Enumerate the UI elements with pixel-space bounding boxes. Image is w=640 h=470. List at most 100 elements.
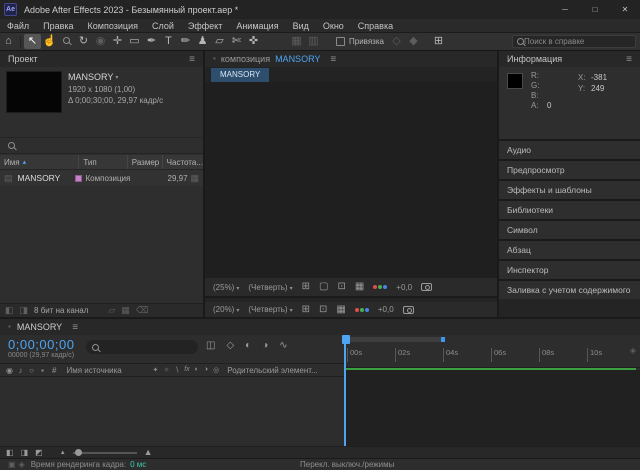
menu-edit[interactable]: Правка — [36, 19, 80, 33]
exposure-control[interactable]: +0,0 — [378, 305, 394, 314]
color-depth-label[interactable]: 8 бит на канал — [34, 306, 88, 315]
project-panel-header[interactable]: Проект ≡ — [0, 51, 203, 67]
current-time-indicator-line[interactable] — [344, 344, 346, 446]
channel-selector-icon[interactable] — [373, 285, 388, 289]
exposure-control[interactable]: +0,0 — [396, 283, 412, 292]
snap-option-icon[interactable]: ◇ — [388, 34, 405, 49]
panel-menu-icon[interactable]: ≡ — [330, 54, 336, 65]
motion-blur-icon[interactable]: ◑ — [262, 341, 268, 351]
text-tool[interactable]: T — [160, 34, 177, 49]
zoom-in-mountain-icon[interactable]: ▲ — [144, 448, 153, 457]
column-name[interactable]: Имя ▴ — [0, 155, 80, 169]
fx-icon[interactable]: fx — [184, 366, 189, 374]
current-time-indicator-head[interactable] — [342, 335, 350, 344]
toggle-switches-modes-label[interactable]: Перекл. выключ./режимы — [300, 460, 394, 469]
region-of-interest-icon[interactable]: ⊡ — [337, 282, 345, 292]
zoom-out-mountain-icon[interactable]: ▲ — [60, 450, 66, 456]
pan-behind-tool[interactable]: ✛ — [109, 34, 126, 49]
home-button[interactable]: ⌂ — [0, 34, 17, 49]
comp-marker-bin-icon[interactable]: ◈ — [630, 347, 636, 355]
column-rate[interactable]: Частота... — [163, 155, 203, 169]
zoom-level-dropdown[interactable]: (25%) ▾ — [213, 283, 239, 292]
panel-header-character[interactable]: Символ — [499, 221, 640, 239]
rectangle-tool[interactable]: ▭ — [126, 34, 143, 49]
info-panel-header[interactable]: Информация ≡ — [499, 51, 640, 67]
column-type[interactable]: Тип — [79, 155, 128, 169]
project-search-input[interactable] — [20, 141, 195, 150]
expand-transfer-controls-icon[interactable]: ◨ — [21, 448, 29, 457]
timeline-zoom-slider[interactable] — [72, 448, 137, 456]
rotate-tool[interactable]: ↻ — [75, 34, 92, 49]
puppet-pin-tool[interactable]: ✜ — [245, 34, 262, 49]
maximize-button[interactable]: □ — [580, 0, 610, 19]
panel-menu-icon[interactable]: ≡ — [72, 322, 78, 333]
work-area-end-handle[interactable] — [441, 337, 445, 342]
snapshot-camera-icon[interactable] — [402, 305, 414, 314]
track-area[interactable] — [345, 370, 640, 446]
snapshot-camera-icon[interactable] — [421, 283, 433, 291]
menu-window[interactable]: Окно — [316, 19, 351, 33]
safe-zones-icon[interactable]: ⊞ — [302, 304, 310, 315]
resolution-dropdown[interactable]: (Четверть) ▾ — [248, 305, 292, 314]
minimize-button[interactable]: ─ — [550, 0, 580, 19]
work-area-bar[interactable] — [346, 337, 445, 342]
snapping-checkbox[interactable] — [336, 37, 345, 46]
channel-selector-icon[interactable] — [354, 307, 369, 312]
clone-stamp-tool[interactable]: ♟ — [194, 34, 211, 49]
panel-menu-icon[interactable]: ≡ — [189, 54, 195, 65]
draft-3d-icon[interactable]: ◇ — [226, 341, 234, 351]
quality-icon[interactable]: ∖ — [175, 366, 179, 374]
zoom-level-dropdown[interactable]: (20%) ▾ — [213, 305, 239, 314]
panel-header-effects-presets[interactable]: Эффекты и шаблоны — [499, 181, 640, 199]
selection-tool[interactable]: ↖ — [24, 34, 41, 49]
menu-composition[interactable]: Композиция — [81, 19, 145, 33]
hand-tool[interactable]: ☝ — [41, 34, 58, 49]
help-search-input[interactable] — [524, 37, 634, 46]
lock-icon[interactable]: ▪ — [37, 366, 48, 375]
panel-header-inspector[interactable]: Инспектор — [499, 261, 640, 279]
frame-blend-icon[interactable]: ◐ — [195, 366, 199, 374]
collapse-transforms-icon[interactable]: ☼ — [163, 366, 169, 374]
region-of-interest-icon[interactable]: ⊡ — [319, 304, 327, 315]
mini-flowchart-icon[interactable]: ◫ — [206, 341, 215, 351]
menu-animation[interactable]: Анимация — [229, 19, 285, 33]
mask-visibility-icon[interactable]: ▢ — [319, 282, 328, 292]
tab-mansory[interactable]: MANSORY — [211, 67, 270, 82]
resolution-dropdown[interactable]: (Четверть) ▾ — [248, 283, 292, 292]
current-timecode[interactable]: 0;00;00;00 — [8, 337, 74, 352]
graph-editor-icon[interactable]: ∿ — [279, 341, 287, 351]
frame-blending-icon[interactable]: ◐ — [245, 341, 251, 351]
solo-icon[interactable]: ○ — [26, 366, 37, 375]
panel-header-preview[interactable]: Предпросмотр — [499, 161, 640, 179]
audio-icon[interactable]: ♪ — [15, 366, 26, 375]
interpret-footage-icon[interactable]: ◧ — [5, 306, 14, 315]
panel-header-audio[interactable]: Аудио — [499, 141, 640, 159]
panel-menu-icon[interactable]: ≡ — [626, 54, 632, 65]
menu-file[interactable]: Файл — [0, 19, 36, 33]
layer-list-area[interactable] — [0, 377, 344, 446]
snap-option-2-icon[interactable]: ◆ — [405, 34, 422, 49]
menu-view[interactable]: Вид — [286, 19, 316, 33]
brush-tool[interactable]: ✏ — [177, 34, 194, 49]
menu-help[interactable]: Справка — [351, 19, 400, 33]
expand-layer-switches-icon[interactable]: ◧ — [6, 448, 14, 457]
eye-icon[interactable]: ◉ — [4, 366, 15, 375]
composition-viewport[interactable] — [205, 82, 497, 278]
menu-effect[interactable]: Эффект — [181, 19, 229, 33]
roto-brush-tool[interactable]: ✄ — [228, 34, 245, 49]
timeline-search-input[interactable] — [103, 342, 213, 352]
project-item-row[interactable]: ▤ MANSORY Композиция 29,97 ▦ — [0, 170, 203, 186]
time-ruler[interactable]: 00s 02s 04s 06s 08s 10s ◈ — [342, 335, 640, 368]
new-folder-icon[interactable]: ▱ — [108, 306, 115, 315]
trash-icon[interactable]: ⌫ — [136, 306, 149, 315]
source-name-column[interactable]: Имя источника — [66, 366, 150, 375]
timeline-tab-title[interactable]: MANSORY — [17, 322, 62, 332]
proxy-icon[interactable]: ◨ — [20, 306, 29, 315]
eraser-tool[interactable]: ▱ — [211, 34, 228, 49]
panel-header-libraries[interactable]: Библиотеки — [499, 201, 640, 219]
grid-toggle-icon[interactable]: ⊞ — [430, 34, 447, 49]
parent-link-column[interactable]: Родительский элемент... — [227, 366, 317, 375]
composition-panel-header[interactable]: ▪ композиция MANSORY ≡ — [205, 51, 497, 67]
transparency-grid-icon[interactable]: ▦ — [336, 304, 345, 315]
transparency-grid-icon[interactable]: ▦ — [355, 282, 364, 292]
